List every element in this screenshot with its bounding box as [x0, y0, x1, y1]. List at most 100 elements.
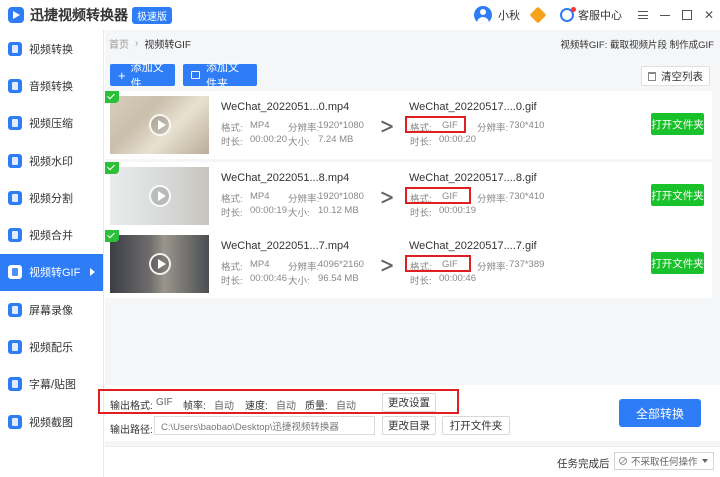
sidebar-item-video-watermark[interactable]: 视频水印: [0, 142, 103, 179]
sidebar-item-audio-convert[interactable]: 音频转换: [0, 67, 103, 104]
checkmark-icon[interactable]: [105, 91, 119, 103]
audio-convert-icon: [8, 78, 22, 93]
user-name[interactable]: 小秋: [498, 7, 520, 23]
menu-icon: [638, 11, 648, 19]
play-icon[interactable]: [148, 185, 171, 207]
sidebar-item-subtitle[interactable]: 字幕/贴图: [0, 366, 103, 403]
file-row[interactable]: WeChat_2022051...8.mp4 格式: MP4 分辨率: 1920…: [105, 162, 712, 230]
source-size-label: 大小:: [288, 208, 310, 219]
source-resolution: 4096*2160: [318, 259, 364, 270]
source-format-label: 格式:: [221, 262, 243, 273]
title-bar: 迅捷视频转换器 极速版 小秋 客服中心 ✕: [0, 0, 720, 30]
source-duration-label: 时长:: [221, 137, 243, 148]
add-folder-button[interactable]: 添加文件夹: [183, 62, 257, 90]
video-watermark-icon: [8, 153, 22, 168]
file-row[interactable]: WeChat_2022051...0.mp4 格式: MP4 分辨率: 1920…: [105, 91, 712, 159]
notification-dot: [571, 7, 576, 12]
source-format: MP4: [250, 120, 270, 131]
task-complete-label: 任务完成后: [557, 458, 610, 470]
customer-service-link[interactable]: 客服中心: [578, 7, 622, 23]
output-resolution-label: 分辨率:: [477, 194, 509, 205]
open-folder-button[interactable]: 打开文件夹: [651, 184, 704, 206]
clear-list-button[interactable]: 清空列表: [641, 66, 710, 86]
sidebar-item-label: 音频转换: [29, 80, 73, 93]
output-file-name: WeChat_20220517....7.gif: [409, 240, 537, 252]
output-resolution-label: 分辨率:: [477, 262, 509, 273]
minimize-button[interactable]: [654, 0, 676, 30]
add-file-label: 添加文件: [130, 62, 164, 90]
sidebar-item-video-convert[interactable]: 视频转换: [0, 30, 103, 67]
source-duration: 00:00:20: [250, 134, 287, 145]
chevron-right-icon: [90, 268, 95, 277]
minimize-icon: [660, 14, 670, 16]
subtitle-icon: [8, 377, 22, 392]
play-icon[interactable]: [148, 114, 171, 136]
checkmark-icon[interactable]: [105, 230, 119, 242]
chevron-down-icon: [702, 459, 708, 463]
sidebar-item-video-music[interactable]: 视频配乐: [0, 328, 103, 365]
file-row[interactable]: WeChat_2022051...7.mp4 格式: MP4 分辨率: 4096…: [105, 230, 712, 298]
shuffle-icon: [381, 192, 393, 202]
open-output-folder-button[interactable]: 打开文件夹: [442, 416, 510, 435]
edition-badge: 极速版: [132, 6, 172, 24]
sidebar-item-label: 屏幕录像: [29, 304, 73, 317]
sidebar-item-video-gif[interactable]: 视频转GIF: [0, 253, 103, 292]
source-file-name: WeChat_2022051...8.mp4: [221, 172, 350, 184]
video-thumbnail[interactable]: [110, 235, 209, 293]
output-duration-label: 时长:: [410, 276, 432, 287]
output-settings-panel: 输出格式: GIF 帧率: 自动 速度: 自动 质量: 自动 更改设置 输出路径…: [98, 385, 720, 441]
convert-all-button[interactable]: 全部转换: [619, 399, 701, 427]
highlight-box: [98, 389, 459, 414]
source-format-label: 格式:: [221, 123, 243, 134]
add-file-button[interactable]: + 添加文件: [110, 62, 175, 90]
open-folder-button[interactable]: 打开文件夹: [651, 252, 704, 274]
sidebar-item-screen-record[interactable]: 屏幕录像: [0, 291, 103, 328]
sidebar-item-video-compress[interactable]: 视频压缩: [0, 105, 103, 142]
customer-service-icon[interactable]: [560, 7, 576, 22]
sidebar-item-video-split[interactable]: 视频分割: [0, 179, 103, 216]
task-complete-option: 不采取任何操作: [631, 457, 698, 468]
output-duration: 00:00:20: [439, 134, 476, 145]
checkmark-icon[interactable]: [105, 162, 119, 174]
video-thumbnail[interactable]: [110, 167, 209, 225]
source-file-name: WeChat_2022051...7.mp4: [221, 240, 350, 252]
highlight-box: [405, 187, 471, 204]
source-size: 7.24 MB: [318, 134, 354, 145]
output-duration: 00:00:46: [439, 273, 476, 284]
folder-icon: [191, 71, 201, 79]
source-file-name: WeChat_2022051...0.mp4: [221, 101, 350, 113]
sidebar-item-label: 视频转换: [29, 43, 73, 56]
video-thumbnail[interactable]: [110, 96, 209, 154]
output-path-input[interactable]: [154, 416, 375, 435]
open-folder-button[interactable]: 打开文件夹: [651, 113, 704, 135]
vip-icon[interactable]: [529, 6, 547, 24]
task-complete-dropdown[interactable]: 不采取任何操作: [614, 452, 714, 470]
shuffle-icon: [381, 260, 393, 270]
play-icon[interactable]: [148, 253, 171, 275]
sidebar-item-label: 字幕/贴图: [29, 379, 77, 392]
output-duration: 00:00:19: [439, 205, 476, 216]
change-directory-button[interactable]: 更改目录: [382, 416, 436, 435]
output-file-name: WeChat_20220517....8.gif: [409, 172, 537, 184]
output-resolution-label: 分辨率:: [477, 123, 509, 134]
ban-icon: [619, 457, 627, 465]
source-resolution: 1920*1080: [318, 191, 364, 202]
source-duration-label: 时长:: [221, 276, 243, 287]
video-compress-icon: [8, 116, 22, 131]
source-size-label: 大小:: [288, 137, 310, 148]
highlight-box: [405, 255, 471, 272]
sidebar-item-label: 视频分割: [29, 192, 73, 205]
user-avatar-icon[interactable]: [474, 6, 492, 24]
sidebar-item-video-merge[interactable]: 视频合并: [0, 216, 103, 253]
close-button[interactable]: ✕: [698, 0, 720, 30]
app-title: 迅捷视频转换器: [30, 7, 128, 23]
source-size-label: 大小:: [288, 276, 310, 287]
menu-button[interactable]: [632, 0, 654, 30]
sidebar-item-video-screenshot[interactable]: 视频截图: [0, 403, 103, 440]
source-resolution-label: 分辨率:: [288, 262, 320, 273]
source-duration-label: 时长:: [221, 208, 243, 219]
output-duration-label: 时长:: [410, 208, 432, 219]
maximize-button[interactable]: [676, 0, 698, 30]
source-format-label: 格式:: [221, 194, 243, 205]
breadcrumb-home[interactable]: 首页: [109, 36, 129, 51]
